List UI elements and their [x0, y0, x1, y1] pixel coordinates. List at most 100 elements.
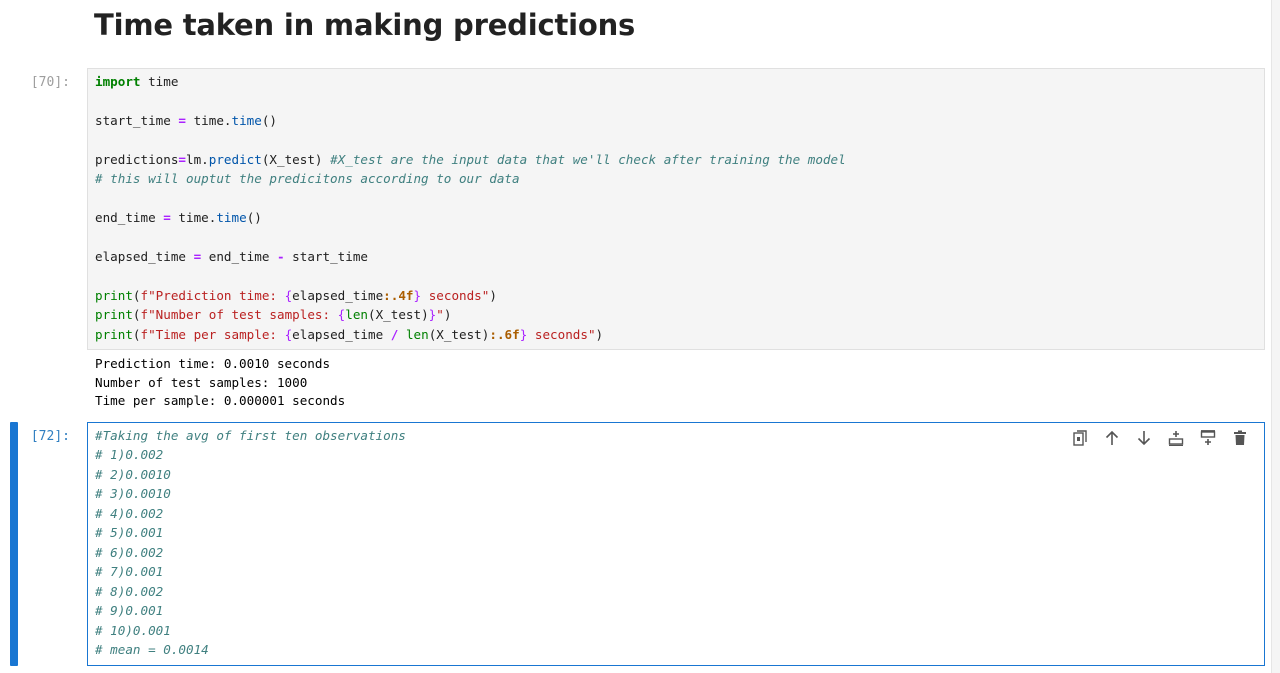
code-token: end_time [95, 210, 164, 226]
code-token: elapsed_time [95, 249, 194, 265]
code-line: # this will ouptut the predicitons accor… [95, 169, 520, 189]
code-token: # mean = 0.0014 [95, 641, 209, 657]
code-token: - [277, 249, 285, 265]
output-line: Prediction time: 0.0010 seconds [95, 356, 331, 371]
move-down-icon [1137, 431, 1151, 446]
code-token: = [178, 151, 186, 167]
insert-above-button[interactable] [1164, 428, 1188, 448]
code-token: # 2)0.0010 [95, 466, 171, 482]
code-token: # 10)0.001 [95, 622, 171, 638]
code-token: time [231, 112, 262, 128]
code-token: ( [132, 307, 141, 323]
code-token: :.6f [489, 326, 520, 342]
insert-above-icon [1168, 431, 1184, 446]
code-line: end_time = time.time() [95, 208, 262, 228]
code-token: f"Number of test samples: [140, 307, 338, 323]
code-token: # 1)0.002 [95, 447, 164, 463]
code-line: # 5)0.001 [95, 523, 163, 543]
code-token: predict [208, 151, 262, 167]
insert-below-icon [1200, 430, 1216, 445]
delete-button[interactable] [1228, 428, 1252, 448]
code-token: #Taking the avg of first ten observation… [95, 428, 406, 443]
code-token: ) [443, 307, 452, 323]
duplicate-button[interactable] [1068, 428, 1092, 448]
code-token: # 5)0.001 [95, 525, 164, 541]
output-line: Number of test samples: 1000 [95, 374, 308, 390]
code-token: f"Prediction time: [140, 287, 285, 303]
code-token: seconds" [527, 326, 596, 342]
code-token: time [140, 74, 179, 89]
code-token: } [413, 287, 422, 303]
code-line: print(f"Time per sample: {elapsed_time /… [95, 325, 603, 345]
code-token: () [261, 112, 278, 128]
code-line: # 3)0.0010 [95, 484, 171, 504]
code-token: # 8)0.002 [95, 583, 164, 599]
code-line: # mean = 0.0014 [95, 640, 209, 660]
code-token: ( [132, 287, 141, 303]
code-token: # 4)0.002 [95, 505, 164, 521]
code-token: seconds" [421, 287, 490, 303]
code-token: time [216, 210, 247, 226]
code-token: # 9)0.001 [95, 603, 164, 619]
code-line: import time [95, 72, 178, 92]
markdown-heading: Time taken in making predictions [94, 8, 636, 42]
code-token: len [405, 326, 429, 342]
code-token: predictions [95, 151, 179, 167]
code-token: # 7)0.001 [95, 564, 164, 580]
code-token: = [163, 210, 171, 226]
code-token: lm. [186, 151, 209, 167]
code-line: # 7)0.001 [95, 562, 163, 582]
cell-toolbar [1068, 428, 1252, 448]
code-line: # 8)0.002 [95, 582, 163, 602]
code-token: ) [595, 326, 604, 342]
code-token: elapsed_time [292, 326, 391, 342]
output-line: Time per sample: 0.000001 seconds [95, 393, 346, 408]
code-line: # 4)0.002 [95, 504, 163, 524]
active-cell-indicator [10, 422, 18, 666]
code-token: = [178, 112, 186, 128]
code-token: elapsed_time [292, 287, 384, 303]
code-token: () [246, 210, 262, 226]
code-token: # 3)0.0010 [95, 486, 171, 502]
code-token: (X_test) [368, 307, 429, 323]
code-line: print(f"Number of test samples: {len(X_t… [95, 305, 451, 325]
cell-prompt: [72]: [30, 429, 70, 444]
code-line: #Taking the avg of first ten observation… [95, 426, 406, 446]
code-cell-input-active[interactable]: #Taking the avg of first ten observation… [87, 422, 1265, 666]
code-token: # this will ouptut the predicitons accor… [95, 171, 520, 187]
code-token: print [95, 307, 133, 323]
move-up-button[interactable] [1100, 428, 1124, 448]
delete-icon [1234, 430, 1246, 445]
code-line: start_time = time.time() [95, 111, 277, 131]
code-line: # 6)0.002 [95, 543, 163, 563]
code-token: time. [186, 112, 232, 128]
move-down-button[interactable] [1132, 428, 1156, 448]
code-line: # 9)0.001 [95, 601, 163, 621]
code-token: print [95, 326, 133, 342]
code-line: print(f"Prediction time: {elapsed_time:.… [95, 286, 497, 306]
code-token: f"Time per sample: [140, 326, 285, 342]
code-token: (X_test) [261, 151, 331, 167]
code-cell-input[interactable]: import time start_time = time.time() predi… [87, 68, 1265, 350]
move-up-icon [1105, 430, 1119, 445]
code-line: # 10)0.001 [95, 621, 171, 641]
scrollbar[interactable] [1271, 0, 1280, 673]
code-token: len [345, 307, 368, 323]
insert-below-button[interactable] [1196, 428, 1220, 448]
code-token: ( [132, 326, 141, 342]
code-token: :.4f [383, 287, 414, 303]
code-token: end_time [201, 249, 277, 265]
code-token: time. [170, 210, 217, 226]
code-token: start_time [95, 112, 179, 128]
code-token: start_time [284, 249, 368, 265]
code-line: # 2)0.0010 [95, 465, 171, 485]
code-token: import [95, 74, 141, 89]
cell-prompt: [70]: [30, 75, 70, 90]
code-line: elapsed_time = end_time - start_time [95, 247, 368, 267]
code-token: " [436, 307, 444, 323]
code-token: ) [489, 287, 497, 303]
code-line: # 1)0.002 [95, 445, 163, 465]
code-token: print [95, 287, 133, 303]
code-token: (X_test) [428, 326, 490, 342]
